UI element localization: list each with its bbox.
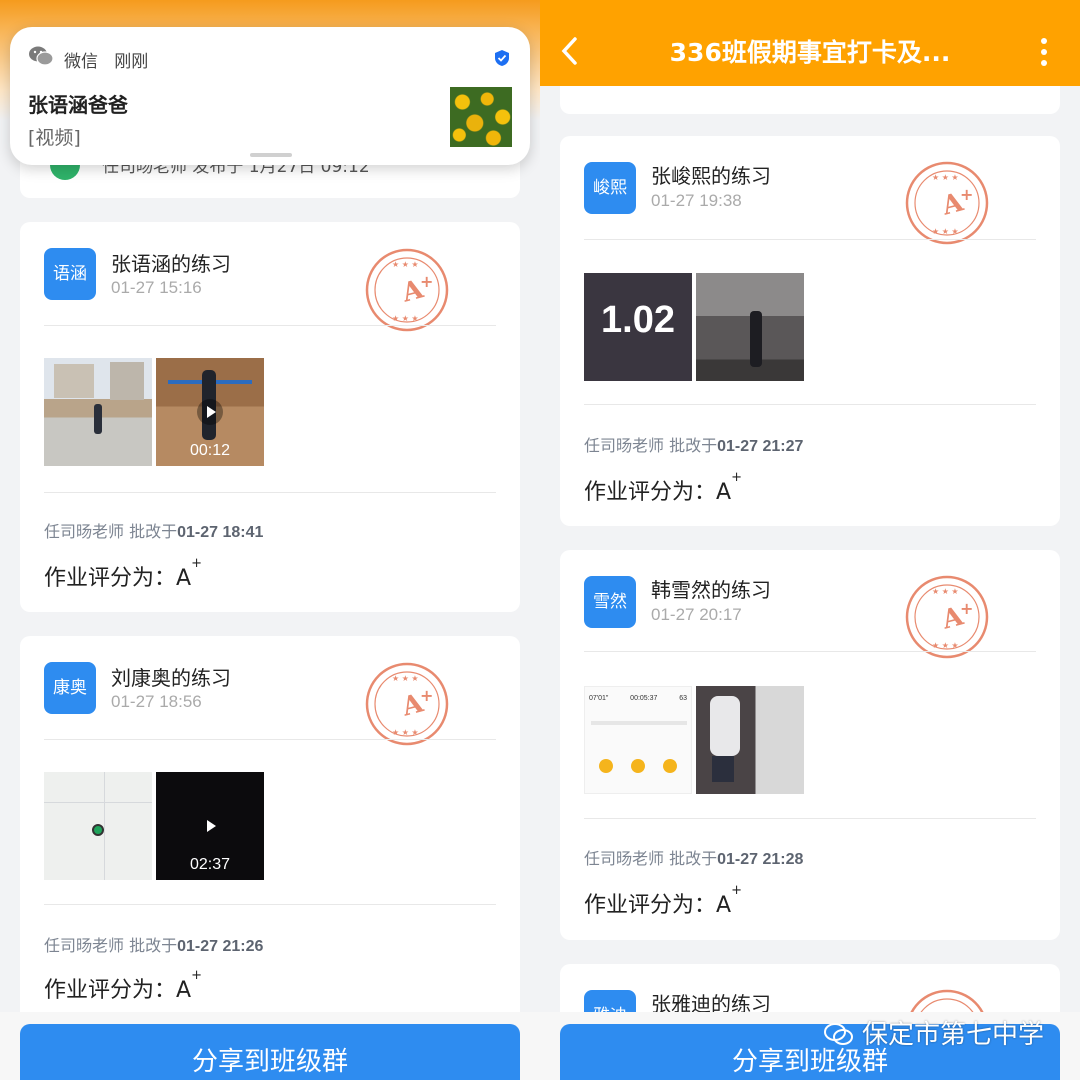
- review-info: 任司旸老师 批改于01-27 18:41: [44, 522, 264, 541]
- card-divider: [584, 404, 1036, 405]
- notification-thumbnail-sunflowers: [450, 87, 512, 147]
- svg-text:+: +: [420, 272, 433, 291]
- a-plus-stamp-icon: A + ★ ★ ★ ★ ★ ★: [905, 575, 989, 659]
- student-avatar: 康奥: [44, 662, 96, 714]
- svg-text:★ ★ ★: ★ ★ ★: [932, 641, 959, 650]
- page-title: 336班假期事宜打卡及...: [669, 38, 951, 67]
- card-divider: [44, 325, 496, 326]
- exercise-title: 刘康奥的练习: [111, 666, 231, 690]
- play-icon[interactable]: [197, 813, 223, 839]
- exercise-title: 张语涵的练习: [111, 252, 231, 276]
- scale-photo-thumbnail[interactable]: 1.02: [584, 273, 692, 381]
- svg-text:★ ★ ★: ★ ★ ★: [932, 173, 959, 182]
- exercise-video-thumbnail[interactable]: 00:12: [156, 358, 264, 466]
- exercise-time: 01-27 18:56: [111, 692, 202, 711]
- wechat-icon: [823, 1023, 853, 1045]
- notification-app-name: 微信 刚刚: [64, 52, 149, 72]
- wechat-notification[interactable]: 微信 刚刚 张语涵爸爸 [视频]: [10, 27, 530, 165]
- scale-reading: 1.02: [601, 299, 675, 341]
- svg-text:★ ★ ★: ★ ★ ★: [392, 674, 419, 683]
- svg-text:+: +: [960, 599, 973, 618]
- exercise-time: 01-27 19:38: [651, 191, 742, 210]
- exercise-title: 韩雪然的练习: [651, 578, 771, 602]
- student-avatar: 雪然: [584, 576, 636, 628]
- exercise-photo-thumbnail[interactable]: [696, 273, 804, 381]
- exercise-time: 01-27 20:17: [651, 605, 742, 624]
- grade-text: 作业评分为：A+: [44, 968, 202, 1003]
- exercise-photo-thumbnail[interactable]: [44, 358, 152, 466]
- svg-text:★ ★ ★: ★ ★ ★: [932, 587, 959, 596]
- more-options-icon[interactable]: [1040, 38, 1048, 66]
- student-avatar: 峻熙: [584, 162, 636, 214]
- video-duration: 02:37: [189, 856, 231, 873]
- card-divider: [44, 739, 496, 740]
- student-avatar: 语涵: [44, 248, 96, 300]
- card-divider: [44, 904, 496, 905]
- video-duration: 00:12: [189, 442, 231, 459]
- app-header: 336班假期事宜打卡及...: [540, 0, 1080, 86]
- share-to-class-group-button[interactable]: 分享到班级群: [20, 1024, 520, 1080]
- map-thumbnail[interactable]: [44, 772, 152, 880]
- notification-title: 张语涵爸爸: [28, 93, 128, 117]
- play-icon[interactable]: [197, 399, 223, 425]
- exercise-card[interactable]: 雪然 韩雪然的练习 01-27 20:17 A + ★ ★ ★ ★ ★ ★ 07…: [560, 550, 1060, 940]
- grade-text: 作业评分为：A+: [44, 556, 202, 591]
- exercise-card[interactable]: 语涵 张语涵的练习 01-27 15:16 A + ★ ★ ★ ★ ★ ★ 00…: [20, 222, 520, 612]
- screen-stats-row: 07'01" 00:05:37 63: [589, 695, 687, 702]
- a-plus-stamp-icon: A + ★ ★ ★ ★ ★ ★: [905, 161, 989, 245]
- svg-text:★ ★ ★: ★ ★ ★: [392, 728, 419, 737]
- app-screenshot-thumbnail[interactable]: 07'01" 00:05:37 63: [584, 686, 692, 794]
- exercise-time: 01-27 15:16: [111, 278, 202, 297]
- card-divider: [584, 239, 1036, 240]
- verified-shield-icon: [495, 50, 509, 66]
- exercise-card[interactable]: 峻熙 张峻熙的练习 01-27 19:38 A + ★ ★ ★ ★ ★ ★ 1.…: [560, 136, 1060, 526]
- exercise-photo-thumbnail[interactable]: [696, 686, 804, 794]
- review-info: 任司旸老师 批改于01-27 21:28: [584, 849, 804, 868]
- a-plus-stamp-icon: A + ★ ★ ★ ★ ★ ★: [365, 248, 449, 332]
- left-screenshot-panel: 任司旸老师 发布于 1月27日 09:12 微信 刚刚 张语涵爸爸 [视频] 语…: [0, 0, 540, 1080]
- grade-text: 作业评分为：A+: [584, 883, 742, 918]
- exercise-card-partial[interactable]: [560, 86, 1060, 114]
- a-plus-stamp-icon: A + ★ ★ ★ ★ ★ ★: [365, 662, 449, 746]
- svg-text:★ ★ ★: ★ ★ ★: [392, 314, 419, 323]
- notification-body: [视频]: [28, 127, 81, 149]
- svg-text:★ ★ ★: ★ ★ ★: [392, 260, 419, 269]
- exercise-card[interactable]: 康奥 刘康奥的练习 01-27 18:56 A + ★ ★ ★ ★ ★ ★ 02…: [20, 636, 520, 1026]
- svg-text:★ ★ ★: ★ ★ ★: [932, 227, 959, 236]
- card-divider: [584, 651, 1036, 652]
- exercise-title: 张峻熙的练习: [651, 164, 771, 188]
- svg-text:+: +: [960, 185, 973, 204]
- watermark: 保定市第七中学: [823, 1014, 1044, 1051]
- notification-drag-handle[interactable]: [250, 153, 292, 157]
- wechat-icon: [29, 46, 54, 66]
- exercise-video-thumbnail[interactable]: 02:37: [156, 772, 264, 880]
- card-divider: [584, 818, 1036, 819]
- svg-text:+: +: [420, 686, 433, 705]
- grade-text: 作业评分为：A+: [584, 470, 742, 505]
- card-divider: [44, 492, 496, 493]
- review-info: 任司旸老师 批改于01-27 21:27: [584, 436, 804, 455]
- right-screenshot-panel: 336班假期事宜打卡及... 峻熙 张峻熙的练习 01-27 19:38 A +…: [540, 0, 1080, 1080]
- review-info: 任司旸老师 批改于01-27 21:26: [44, 936, 264, 955]
